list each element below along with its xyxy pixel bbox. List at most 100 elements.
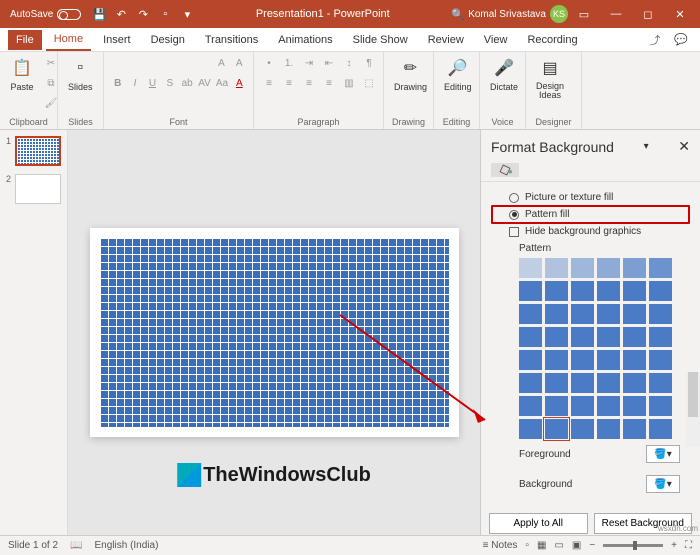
- fit-window-icon[interactable]: ⛶: [685, 540, 692, 551]
- foreground-color-picker[interactable]: 🪣▾: [646, 445, 680, 463]
- close-icon[interactable]: ✕: [664, 0, 696, 28]
- pattern-swatch[interactable]: [545, 373, 568, 393]
- shadow-icon[interactable]: ab: [180, 74, 195, 92]
- tab-animations[interactable]: Animations: [270, 30, 340, 50]
- language-status[interactable]: English (India): [95, 540, 159, 551]
- pattern-swatch[interactable]: [623, 373, 646, 393]
- pattern-swatch[interactable]: [597, 258, 620, 278]
- pattern-swatch[interactable]: [519, 396, 542, 416]
- pattern-swatch[interactable]: [623, 396, 646, 416]
- align-center-icon[interactable]: ≡: [280, 74, 298, 92]
- pattern-swatch[interactable]: [571, 373, 594, 393]
- font-color-icon[interactable]: A: [232, 74, 247, 92]
- justify-icon[interactable]: ≡: [320, 74, 338, 92]
- font-size[interactable]: [186, 54, 212, 72]
- pattern-swatch[interactable]: [519, 281, 542, 301]
- slides-button[interactable]: ▫ Slides: [64, 54, 97, 94]
- tab-transitions[interactable]: Transitions: [197, 30, 266, 50]
- share-icon[interactable]: ⤴: [644, 30, 666, 50]
- align-right-icon[interactable]: ≡: [300, 74, 318, 92]
- pattern-swatch[interactable]: [519, 258, 542, 278]
- start-icon[interactable]: ▫: [155, 4, 175, 24]
- underline-icon[interactable]: U: [145, 74, 160, 92]
- ribbon-options-icon[interactable]: ▭: [568, 0, 600, 28]
- smartart-icon[interactable]: ⬚: [360, 74, 378, 92]
- font-select[interactable]: [110, 54, 184, 72]
- design-ideas-button[interactable]: ▤Design Ideas: [532, 54, 568, 102]
- normal-view-icon[interactable]: ▫: [525, 540, 529, 551]
- pattern-swatch[interactable]: [571, 258, 594, 278]
- redo-icon[interactable]: ↷: [133, 4, 153, 24]
- pattern-swatch[interactable]: [623, 304, 646, 324]
- spellcheck-icon[interactable]: 📖: [70, 540, 82, 551]
- pattern-swatch[interactable]: [649, 419, 672, 439]
- slideshow-view-icon[interactable]: ▣: [572, 540, 581, 551]
- slide-thumb-1[interactable]: 1: [6, 136, 61, 166]
- autosave-toggle[interactable]: AutoSave: [4, 9, 87, 20]
- tab-view[interactable]: View: [476, 30, 516, 50]
- pattern-swatch[interactable]: [597, 327, 620, 347]
- pattern-swatch[interactable]: [597, 350, 620, 370]
- background-color-picker[interactable]: 🪣▾: [646, 475, 680, 493]
- zoom-slider[interactable]: [603, 544, 663, 547]
- pattern-swatch[interactable]: [597, 396, 620, 416]
- pattern-swatch[interactable]: [597, 304, 620, 324]
- bullets-icon[interactable]: •: [260, 54, 278, 72]
- pattern-swatch[interactable]: [571, 327, 594, 347]
- notes-button[interactable]: ≡ Notes: [483, 540, 518, 551]
- pattern-swatch[interactable]: [597, 281, 620, 301]
- align-left-icon[interactable]: ≡: [260, 74, 278, 92]
- tab-insert[interactable]: Insert: [95, 30, 139, 50]
- pattern-swatch[interactable]: [545, 304, 568, 324]
- tab-home[interactable]: Home: [46, 29, 91, 51]
- pattern-swatch[interactable]: [649, 258, 672, 278]
- comments-icon[interactable]: 💬: [670, 30, 692, 50]
- pane-close-icon[interactable]: ✕: [678, 138, 690, 155]
- pattern-swatch[interactable]: [519, 419, 542, 439]
- pane-scrollbar[interactable]: [686, 372, 700, 447]
- indent-icon[interactable]: ⇥: [300, 54, 318, 72]
- slide-canvas[interactable]: TheWindowsClub: [90, 228, 459, 437]
- dictate-button[interactable]: 🎤Dictate: [486, 54, 522, 94]
- direction-icon[interactable]: ¶: [360, 54, 378, 72]
- pattern-swatch[interactable]: [649, 281, 672, 301]
- slide-counter[interactable]: Slide 1 of 2: [8, 540, 58, 551]
- pattern-swatch-selected[interactable]: [545, 419, 568, 439]
- option-picture-fill[interactable]: Picture or texture fill: [491, 190, 690, 205]
- tab-design[interactable]: Design: [143, 30, 193, 50]
- pattern-swatch[interactable]: [623, 419, 646, 439]
- pattern-swatch[interactable]: [649, 304, 672, 324]
- numbering-icon[interactable]: 1.: [280, 54, 298, 72]
- case-icon[interactable]: Aa: [214, 74, 229, 92]
- pattern-swatch[interactable]: [571, 281, 594, 301]
- save-icon[interactable]: 💾: [89, 4, 109, 24]
- user-account[interactable]: Komal Srivastava KS: [468, 5, 568, 23]
- qat-more-icon[interactable]: ▾: [177, 4, 197, 24]
- pattern-swatch[interactable]: [571, 419, 594, 439]
- pattern-swatch[interactable]: [597, 419, 620, 439]
- pattern-swatch[interactable]: [545, 350, 568, 370]
- tab-recording[interactable]: Recording: [519, 30, 585, 50]
- pattern-swatch[interactable]: [519, 350, 542, 370]
- tab-slideshow[interactable]: Slide Show: [345, 30, 416, 50]
- fill-category-button[interactable]: [491, 163, 519, 177]
- slide-thumb-2[interactable]: 2: [6, 174, 61, 204]
- pattern-swatch[interactable]: [649, 373, 672, 393]
- tab-file[interactable]: File: [8, 30, 42, 50]
- drawing-button[interactable]: ✏Drawing: [390, 54, 431, 94]
- pattern-swatch[interactable]: [545, 396, 568, 416]
- pattern-swatch[interactable]: [545, 258, 568, 278]
- undo-icon[interactable]: ↶: [111, 4, 131, 24]
- minimize-icon[interactable]: —: [600, 0, 632, 28]
- option-hide-graphics[interactable]: Hide background graphics: [491, 224, 690, 239]
- maximize-icon[interactable]: ◻: [632, 0, 664, 28]
- grow-font-icon[interactable]: A: [214, 54, 230, 72]
- columns-icon[interactable]: ▥: [340, 74, 358, 92]
- apply-to-all-button[interactable]: Apply to All: [489, 513, 588, 534]
- pattern-swatch[interactable]: [545, 281, 568, 301]
- spacing-icon[interactable]: AV: [197, 74, 212, 92]
- bold-icon[interactable]: B: [110, 74, 125, 92]
- search-icon[interactable]: 🔍: [448, 4, 468, 24]
- pane-dropdown-icon[interactable]: ▾: [644, 141, 649, 152]
- sorter-view-icon[interactable]: ▦: [537, 540, 546, 551]
